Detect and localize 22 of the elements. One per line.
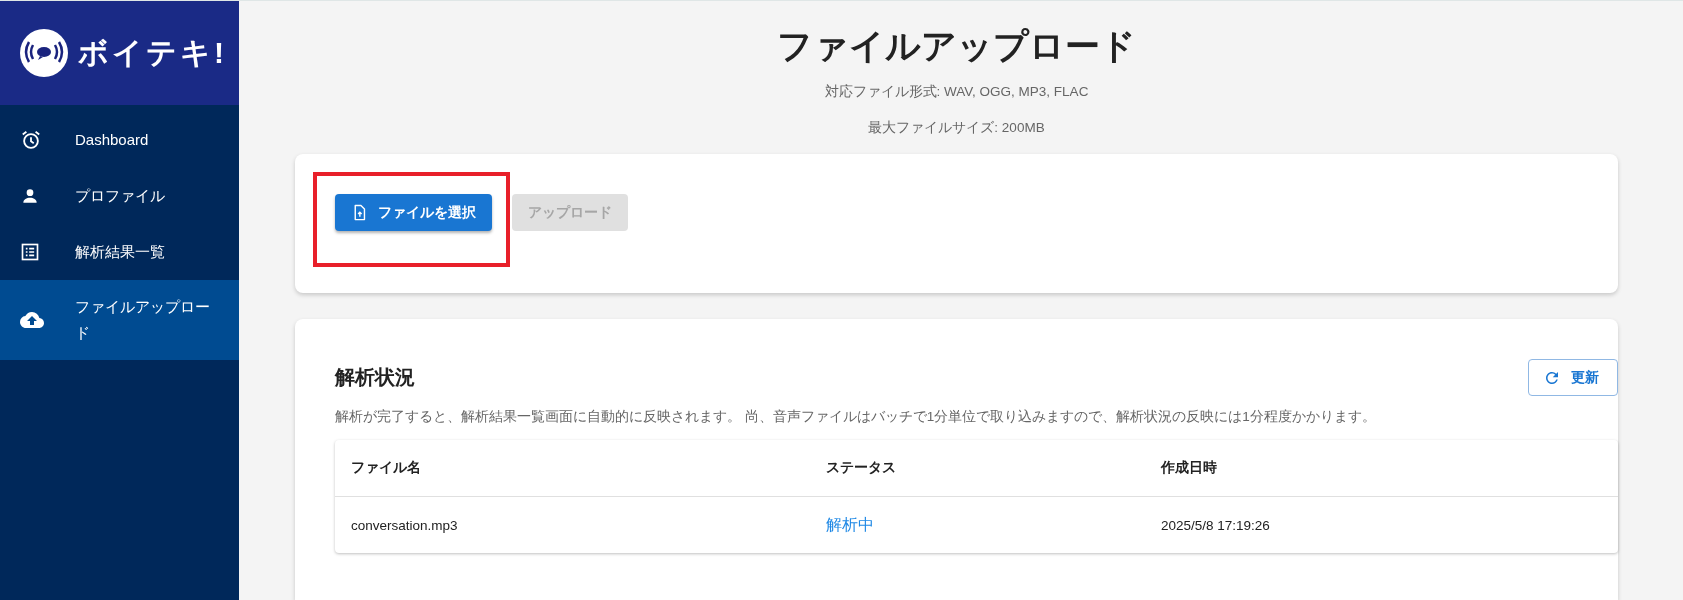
column-header: ステータス — [826, 459, 897, 477]
app-logo-text: ボイテキ! — [78, 34, 227, 71]
list-icon — [20, 242, 40, 262]
select-file-button[interactable]: ファイルを選択 — [335, 194, 492, 231]
status-note: 解析が完了すると、解析結果一覧画面に自動的に反映されます。 尚、音声ファイルはバッチで1分単位で取り込みますので、解析状況の反映には1分程度かかります。 — [335, 408, 1377, 426]
person-icon — [20, 186, 40, 206]
section-title: 解析状況 — [335, 365, 415, 390]
speech-waves-icon — [20, 29, 68, 77]
status-cell-text: 解析中 — [826, 514, 875, 535]
table-cell-text: conversation.mp3 — [351, 517, 459, 533]
sidebar-item[interactable]: Dashboard — [0, 112, 239, 168]
format-note: 対応ファイル形式: WAV, OGG, MP3, FLAC — [823, 83, 1090, 101]
page-title: ファイルアップロード — [776, 25, 1137, 67]
column-header: ファイル名 — [351, 459, 422, 477]
table-cell-text: 2025/5/8 17:19:26 — [1161, 517, 1271, 533]
sidebar-item[interactable]: 解析結果一覧 — [0, 224, 239, 280]
alarm-clock-icon — [20, 129, 42, 151]
format-note: 最大ファイルサイズ: 200MB — [867, 119, 1046, 137]
sidebar-item[interactable]: プロファイル — [0, 168, 239, 224]
refresh-button[interactable]: 更新 — [1528, 359, 1618, 396]
sidebar-item[interactable]: ファイルアップロード — [0, 280, 239, 360]
column-header: 作成日時 — [1161, 459, 1218, 477]
